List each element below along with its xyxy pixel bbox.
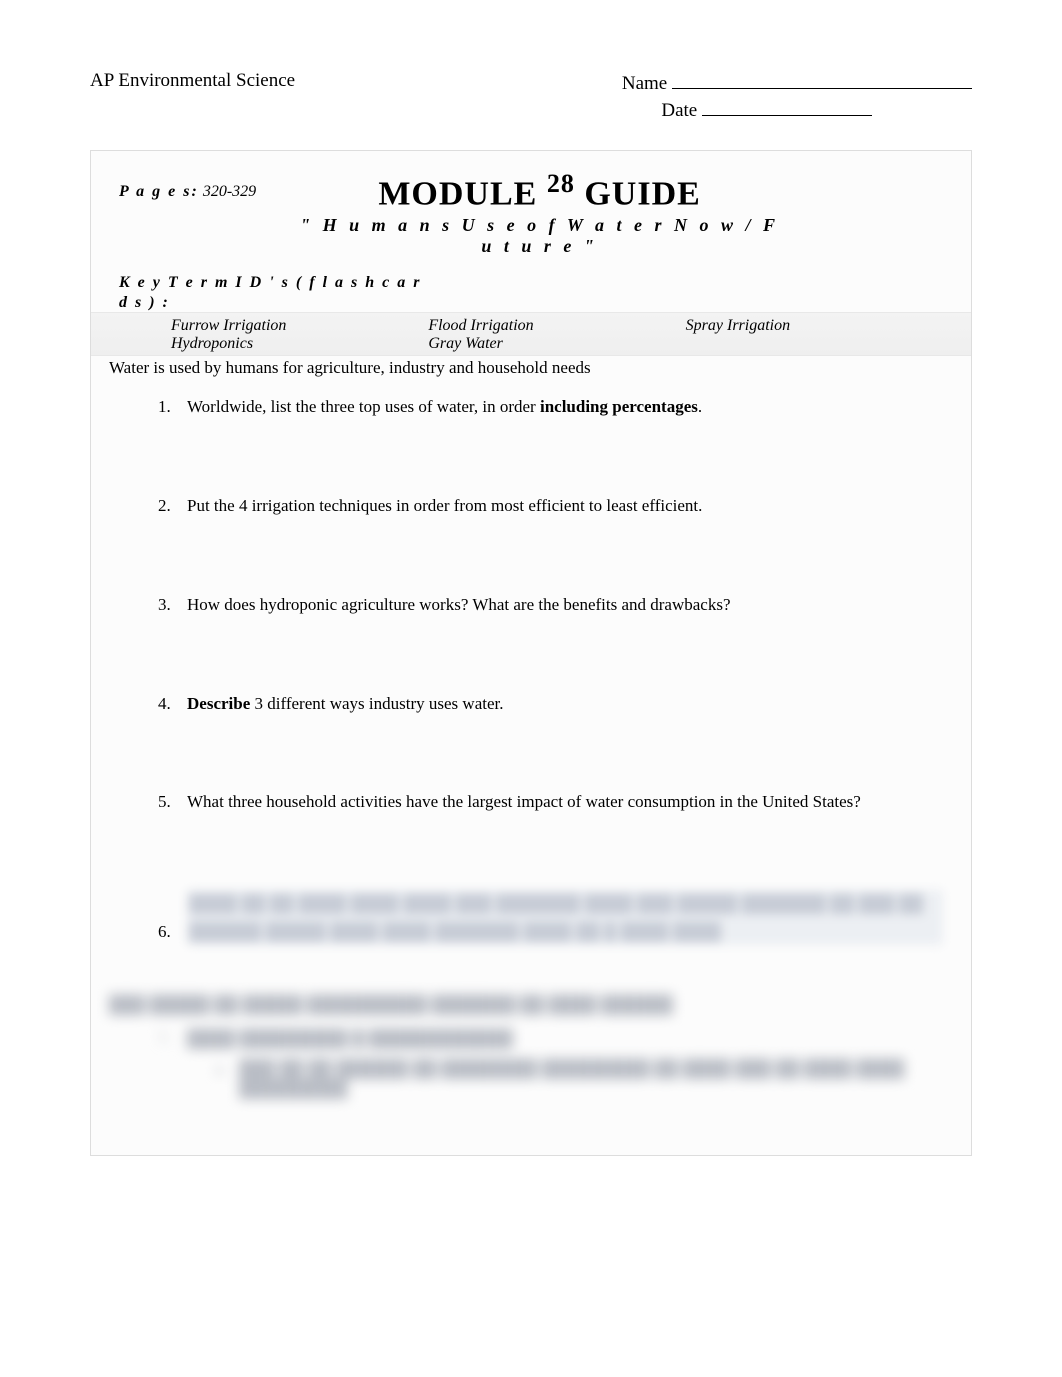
date-label: Date bbox=[661, 100, 697, 121]
pages: P a g e s: 320-329 bbox=[119, 169, 256, 201]
q-text: Put the 4 irrigation techniques in order… bbox=[187, 496, 702, 515]
name-field-wrap: Name bbox=[622, 70, 972, 95]
name-label: Name bbox=[622, 73, 667, 94]
intro-text: Water is used by humans for agriculture,… bbox=[109, 358, 943, 378]
keyterms-label-line2: d s ) : bbox=[119, 294, 170, 311]
title-prefix: MODULE bbox=[378, 175, 547, 212]
title-suffix: GUIDE bbox=[575, 175, 701, 212]
terms-row-1: Furrow Irrigation Flood Irrigation Spray… bbox=[171, 317, 943, 335]
module-box: P a g e s: 320-329 MODULE 28 GUIDE " H u… bbox=[90, 150, 972, 1156]
date-input-line[interactable] bbox=[702, 97, 872, 116]
q-text: How does hydroponic agriculture works? W… bbox=[187, 595, 731, 614]
term: Spray Irrigation bbox=[686, 317, 943, 335]
question-list: Worldwide, list the three top uses of wa… bbox=[175, 396, 943, 945]
pages-label: P a g e s: bbox=[119, 183, 199, 200]
keyterms-label-line1: K e y T e r m I D ' s ( f l a s h c a r bbox=[119, 274, 421, 291]
question-2: Put the 4 irrigation techniques in order… bbox=[175, 495, 943, 518]
sub-list: ███ ██ ██ ██████ ██ ████████ █████████ █… bbox=[231, 1059, 943, 1099]
question-7a: ███ ██ ██ ██████ ██ ████████ █████████ █… bbox=[231, 1059, 943, 1099]
q-bold: Describe bbox=[187, 694, 250, 713]
module-subtitle: " H u m a n s U s e o f W a t e r N o w … bbox=[296, 215, 783, 257]
pages-value: 320-329 bbox=[203, 183, 256, 200]
keyterms-band: Furrow Irrigation Flood Irrigation Spray… bbox=[91, 312, 971, 356]
section-heading-blur: ███ █████ ██ █████ ██████████ ███████ ██… bbox=[109, 995, 943, 1015]
q-text-post: 3 different ways industry uses water. bbox=[250, 694, 503, 713]
term: Gray Water bbox=[428, 335, 685, 353]
question-4: Describe 3 different ways industry uses … bbox=[175, 693, 943, 716]
q-text-blur: ███ ██ ██ ██████ ██ ████████ █████████ █… bbox=[239, 1059, 904, 1098]
q-text: What three household activities have the… bbox=[187, 792, 861, 811]
question-3: How does hydroponic agriculture works? W… bbox=[175, 594, 943, 617]
blurred-section: ███ █████ ██ █████ ██████████ ███████ ██… bbox=[119, 995, 943, 1099]
terms-row-2: Hydroponics Gray Water bbox=[171, 335, 943, 353]
question-6: ████ ██ ██ ████ ████ ████ ███ ███████ ██… bbox=[175, 890, 943, 944]
question-list-2: ████ █████████ █ ████████████ ███ ██ ██ … bbox=[175, 1029, 943, 1099]
q-text-post: . bbox=[698, 397, 702, 416]
term: Flood Irrigation bbox=[428, 317, 685, 335]
q-text: Worldwide, list the three top uses of wa… bbox=[187, 397, 540, 416]
name-input-line[interactable] bbox=[672, 70, 972, 89]
question-5: What three household activities have the… bbox=[175, 791, 943, 814]
keyterms-label: K e y T e r m I D ' s ( f l a s h c a r … bbox=[119, 273, 943, 311]
course-title: AP Environmental Science bbox=[90, 70, 295, 95]
q-bold: including percentages bbox=[540, 397, 698, 416]
q-text-blur: ████ █████████ █ ████████████ bbox=[187, 1029, 513, 1048]
question-1: Worldwide, list the three top uses of wa… bbox=[175, 396, 943, 419]
blurred-content: ████ ██ ██ ████ ████ ████ ███ ███████ ██… bbox=[187, 890, 943, 944]
title-number: 28 bbox=[547, 169, 575, 198]
question-7: ████ █████████ █ ████████████ ███ ██ ██ … bbox=[175, 1029, 943, 1099]
term bbox=[686, 335, 943, 353]
term: Hydroponics bbox=[171, 335, 428, 353]
module-title: MODULE 28 GUIDE bbox=[296, 169, 783, 213]
term: Furrow Irrigation bbox=[171, 317, 428, 335]
